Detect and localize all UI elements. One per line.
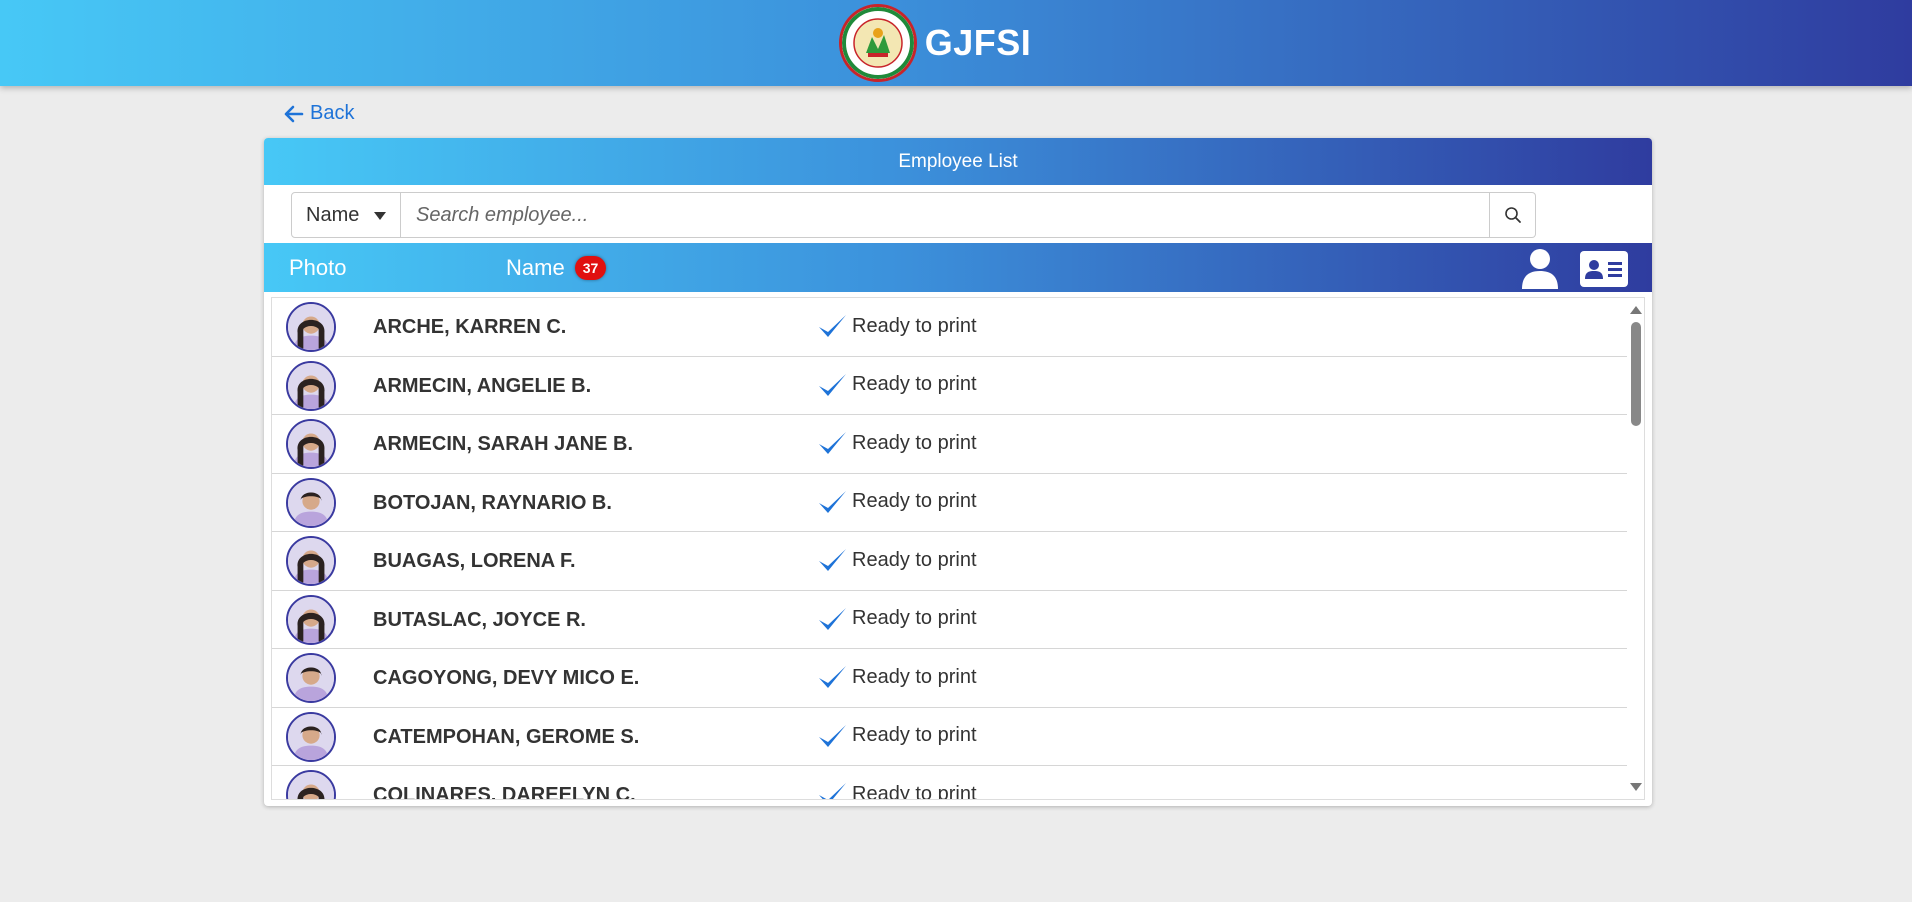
employee-photo	[286, 302, 336, 352]
print-status: Ready to print	[816, 544, 977, 576]
employee-row[interactable]: ARMECIN, SARAH JANE B. Ready to print	[272, 415, 1628, 474]
list-scrollbar[interactable]	[1627, 298, 1644, 799]
employee-row[interactable]: BUTASLAC, JOYCE R. Ready to print	[272, 591, 1628, 649]
search-field-select[interactable]: Name	[291, 192, 401, 238]
search-icon	[1504, 207, 1521, 223]
checkmark-icon	[819, 432, 846, 454]
employee-rows: ARCHE, KARREN C. Ready to print ARMECIN, A…	[272, 298, 1628, 800]
search-field-value: Name	[306, 203, 360, 226]
employee-name: BUTASLAC, JOYCE R.	[373, 608, 586, 631]
employee-row[interactable]: BOTOJAN, RAYNARIO B. Ready to print	[272, 474, 1628, 532]
employee-photo	[286, 594, 336, 645]
employee-name: ARCHE, KARREN C.	[373, 316, 567, 338]
status-label: Ready to print	[852, 314, 977, 337]
checkmark-icon	[819, 490, 846, 513]
employee-row[interactable]: BUAGAS, LORENA F. Ready to print	[272, 532, 1628, 591]
status-label: Ready to print	[852, 548, 977, 571]
print-status: Ready to print	[816, 427, 977, 459]
print-status: Ready to print	[816, 603, 977, 635]
id-card-icon[interactable]	[1580, 251, 1628, 287]
photo-column-header: Photo	[289, 255, 347, 280]
checkmark-icon	[819, 666, 846, 688]
status-label: Ready to print	[852, 724, 977, 746]
employee-row[interactable]: COLINARES, DAREELYN C. Ready to print	[272, 766, 1628, 800]
search-input[interactable]	[401, 192, 1490, 238]
employee-photo	[286, 419, 336, 469]
back-link[interactable]: Back	[284, 102, 354, 125]
brand-name: GJFSI	[924, 22, 1032, 63]
employee-row[interactable]: CATEMPOHAN, GEROME S. Ready to print	[272, 708, 1628, 766]
employee-photo	[286, 711, 336, 762]
name-column-label: Name	[506, 255, 565, 280]
employee-name: COLINARES, DAREELYN C.	[373, 784, 636, 800]
print-status: Ready to print	[816, 310, 977, 342]
status-label: Ready to print	[852, 490, 977, 512]
print-status: Ready to print	[816, 778, 977, 800]
employee-name: CATEMPOHAN, GEROME S.	[373, 725, 640, 748]
arrow-left-icon	[284, 105, 304, 122]
status-label: Ready to print	[852, 431, 977, 454]
status-label: Ready to print	[852, 373, 977, 395]
scroll-down-arrow-icon[interactable]	[1630, 783, 1642, 791]
employee-list-card: Employee List Name Photo Name 37	[264, 138, 1652, 806]
checkmark-icon	[819, 549, 846, 571]
employee-row[interactable]: CAGOYONG, DEVY MICO E. Ready to print	[272, 649, 1628, 708]
top-navbar: GJFSI	[0, 0, 1912, 86]
scrollbar-thumb[interactable]	[1631, 322, 1641, 426]
list-header: Photo Name 37	[264, 243, 1652, 292]
checkmark-icon	[819, 783, 846, 799]
school-logo-icon	[838, 4, 917, 82]
brand[interactable]: GJFSI	[838, 4, 1032, 82]
search-bar: Name	[291, 192, 1536, 238]
name-column-header[interactable]: Name 37	[506, 255, 607, 281]
status-label: Ready to print	[852, 782, 977, 800]
checkmark-icon	[819, 607, 846, 630]
print-status: Ready to print	[816, 486, 977, 518]
search-button[interactable]	[1490, 192, 1536, 238]
status-label: Ready to print	[852, 665, 977, 688]
employee-name: ARMECIN, SARAH JANE B.	[373, 433, 634, 455]
employee-photo	[286, 360, 336, 411]
print-status: Ready to print	[816, 661, 977, 693]
card-title: Employee List	[264, 138, 1652, 185]
scroll-up-arrow-icon[interactable]	[1630, 306, 1642, 314]
checkmark-icon	[819, 315, 846, 337]
employee-count-badge: 37	[574, 256, 607, 280]
employee-row[interactable]: ARCHE, KARREN C. Ready to print	[272, 298, 1628, 357]
employee-name: BUAGAS, LORENA F.	[373, 550, 576, 572]
employee-row[interactable]: ARMECIN, ANGELIE B. Ready to print	[272, 357, 1628, 415]
employee-list[interactable]: ARCHE, KARREN C. Ready to print ARMECIN, A…	[271, 297, 1645, 800]
caret-down-icon	[374, 212, 386, 220]
employee-name: ARMECIN, ANGELIE B.	[373, 374, 592, 397]
print-status: Ready to print	[816, 369, 977, 401]
employee-name: CAGOYONG, DEVY MICO E.	[373, 667, 640, 689]
status-label: Ready to print	[852, 607, 977, 629]
checkmark-icon	[819, 373, 846, 396]
employee-photo	[286, 770, 336, 799]
employee-photo	[286, 477, 336, 528]
checkmark-icon	[819, 724, 846, 747]
employee-photo	[286, 536, 336, 586]
employee-photo	[286, 653, 336, 703]
back-label: Back	[310, 102, 355, 124]
print-status: Ready to print	[816, 720, 977, 752]
employee-name: BOTOJAN, RAYNARIO B.	[373, 491, 612, 514]
user-icon[interactable]	[1520, 247, 1560, 289]
